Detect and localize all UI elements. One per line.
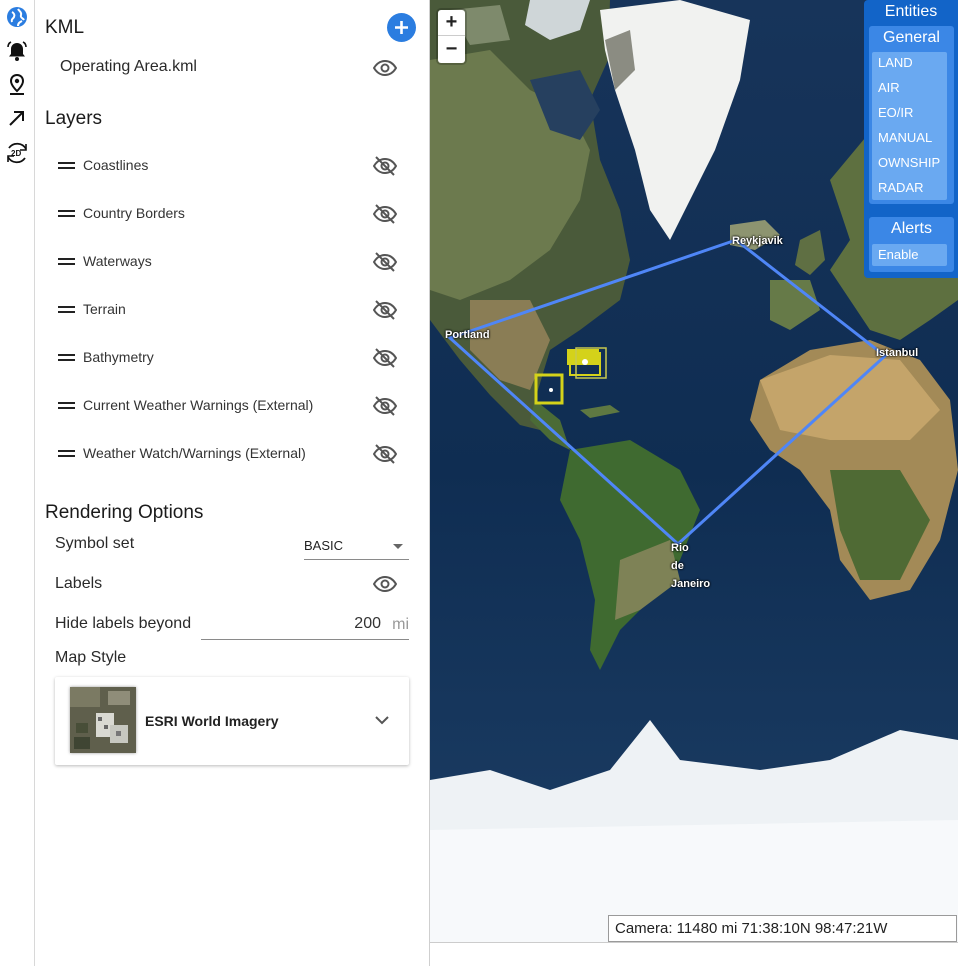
city-label-rio: Rio de Janeiro (671, 539, 710, 593)
entity-filter-radar[interactable]: RADAR (872, 180, 947, 195)
globe-icon[interactable] (4, 4, 30, 30)
camera-readout: Camera: 11480 mi 71:38:10N 98:47:21W (608, 915, 957, 942)
drag-handle-icon[interactable] (58, 210, 75, 218)
map-style-label: Map Style (55, 649, 127, 666)
entity-filter-land[interactable]: LAND (872, 55, 947, 70)
map-style-thumbnail (70, 687, 136, 753)
hide-labels-label: Hide labels beyond (55, 615, 192, 632)
layer-row-country-borders[interactable]: Country Borders (55, 202, 400, 226)
chevron-down-icon (375, 716, 389, 725)
drag-handle-icon[interactable] (58, 354, 75, 362)
kml-section-title: KML (45, 17, 85, 38)
map-style-name: ESRI World Imagery (145, 713, 279, 729)
entity-filter-eo-ir[interactable]: EO/IR (872, 105, 947, 120)
layer-label: Current Weather Warnings (External) (83, 397, 314, 413)
drag-handle-icon[interactable] (58, 402, 75, 410)
layer-label: Weather Watch/Warnings (External) (83, 445, 306, 461)
city-label-reykjavik: Reykjavik (732, 235, 783, 247)
zoom-out-button[interactable]: − (438, 37, 465, 63)
entity-filter-ownship[interactable]: OWNSHIP (872, 155, 947, 170)
eye-off-icon[interactable] (373, 202, 397, 226)
map-pin-icon[interactable] (4, 71, 30, 97)
arrow-diagonal-icon[interactable] (4, 105, 30, 131)
city-label-rio-2: de (671, 560, 684, 572)
eye-off-icon[interactable] (373, 298, 397, 322)
entities-title: Entities (884, 3, 938, 20)
layer-row-terrain[interactable]: Terrain (55, 298, 400, 322)
drag-handle-icon[interactable] (58, 450, 75, 458)
zoom-control: + − (438, 10, 465, 63)
layer-label: Country Borders (83, 205, 185, 221)
drag-handle-icon[interactable] (58, 306, 75, 314)
plus-icon (395, 21, 408, 34)
eye-off-icon[interactable] (373, 250, 397, 274)
general-group: General LAND AIR EO/IR MANUAL OWNSHIP RA… (869, 26, 954, 204)
settings-panel: KML Operating Area.kml Layers Coastlines… (35, 0, 430, 966)
layer-label: Coastlines (83, 157, 149, 173)
layer-row-weather-watch-warnings[interactable]: Weather Watch/Warnings (External) (55, 442, 400, 466)
eye-icon[interactable] (373, 56, 397, 80)
layer-row-waterways[interactable]: Waterways (55, 250, 400, 274)
layer-row-coastlines[interactable]: Coastlines (55, 154, 400, 178)
symbol-set-select[interactable]: BASIC (304, 533, 409, 560)
general-title: General (883, 29, 940, 46)
caret-down-icon (393, 544, 403, 549)
layer-row-bathymetry[interactable]: Bathymetry (55, 346, 400, 370)
alerts-enable-button[interactable]: Enable (872, 244, 947, 266)
view-mode-label: 2D (11, 149, 21, 158)
kml-file-row: Operating Area.kml (60, 58, 400, 80)
entity-filter-manual[interactable]: MANUAL (872, 130, 947, 145)
entities-panel: Entities General LAND AIR EO/IR MANUAL O… (864, 0, 958, 278)
icon-rail: 2D (0, 0, 35, 966)
layer-label: Waterways (83, 253, 152, 269)
map-view[interactable]: Reykjavik Portland Istanbul Rio de Janei… (430, 0, 958, 943)
map-footer (430, 942, 958, 966)
zoom-in-button[interactable]: + (438, 10, 465, 36)
symbol-set-label: Symbol set (55, 535, 135, 552)
eye-off-icon[interactable] (373, 154, 397, 178)
eye-off-icon[interactable] (373, 442, 397, 466)
layer-label: Bathymetry (83, 349, 154, 365)
kml-file-name: Operating Area.kml (60, 58, 197, 75)
symbol-set-value: BASIC (304, 538, 344, 553)
eye-off-icon[interactable] (373, 346, 397, 370)
hide-labels-input[interactable] (261, 615, 381, 633)
alarm-bell-icon[interactable] (4, 38, 30, 64)
map-style-selector[interactable]: ESRI World Imagery (55, 677, 409, 765)
hide-labels-field: mi (201, 612, 409, 640)
city-label-portland: Portland (445, 329, 490, 341)
hide-labels-unit: mi (392, 616, 409, 633)
alerts-title: Alerts (891, 220, 932, 237)
labels-label: Labels (55, 575, 103, 592)
alerts-group: Alerts Enable (869, 217, 954, 272)
eye-off-icon[interactable] (373, 394, 397, 418)
city-label-istanbul: Istanbul (876, 347, 919, 359)
eye-icon[interactable] (373, 572, 397, 596)
city-label-rio-3: Janeiro (671, 578, 711, 590)
rendering-section-title: Rendering Options (45, 502, 204, 523)
rotate-2d-icon[interactable]: 2D (4, 140, 30, 166)
city-label-rio-1: Rio (671, 542, 689, 554)
layers-section-title: Layers (45, 108, 103, 129)
layer-label: Terrain (83, 301, 126, 317)
layer-row-current-weather-warnings[interactable]: Current Weather Warnings (External) (55, 394, 400, 418)
add-kml-button[interactable] (387, 13, 416, 42)
drag-handle-icon[interactable] (58, 162, 75, 170)
entity-filter-air[interactable]: AIR (872, 80, 947, 95)
drag-handle-icon[interactable] (58, 258, 75, 266)
